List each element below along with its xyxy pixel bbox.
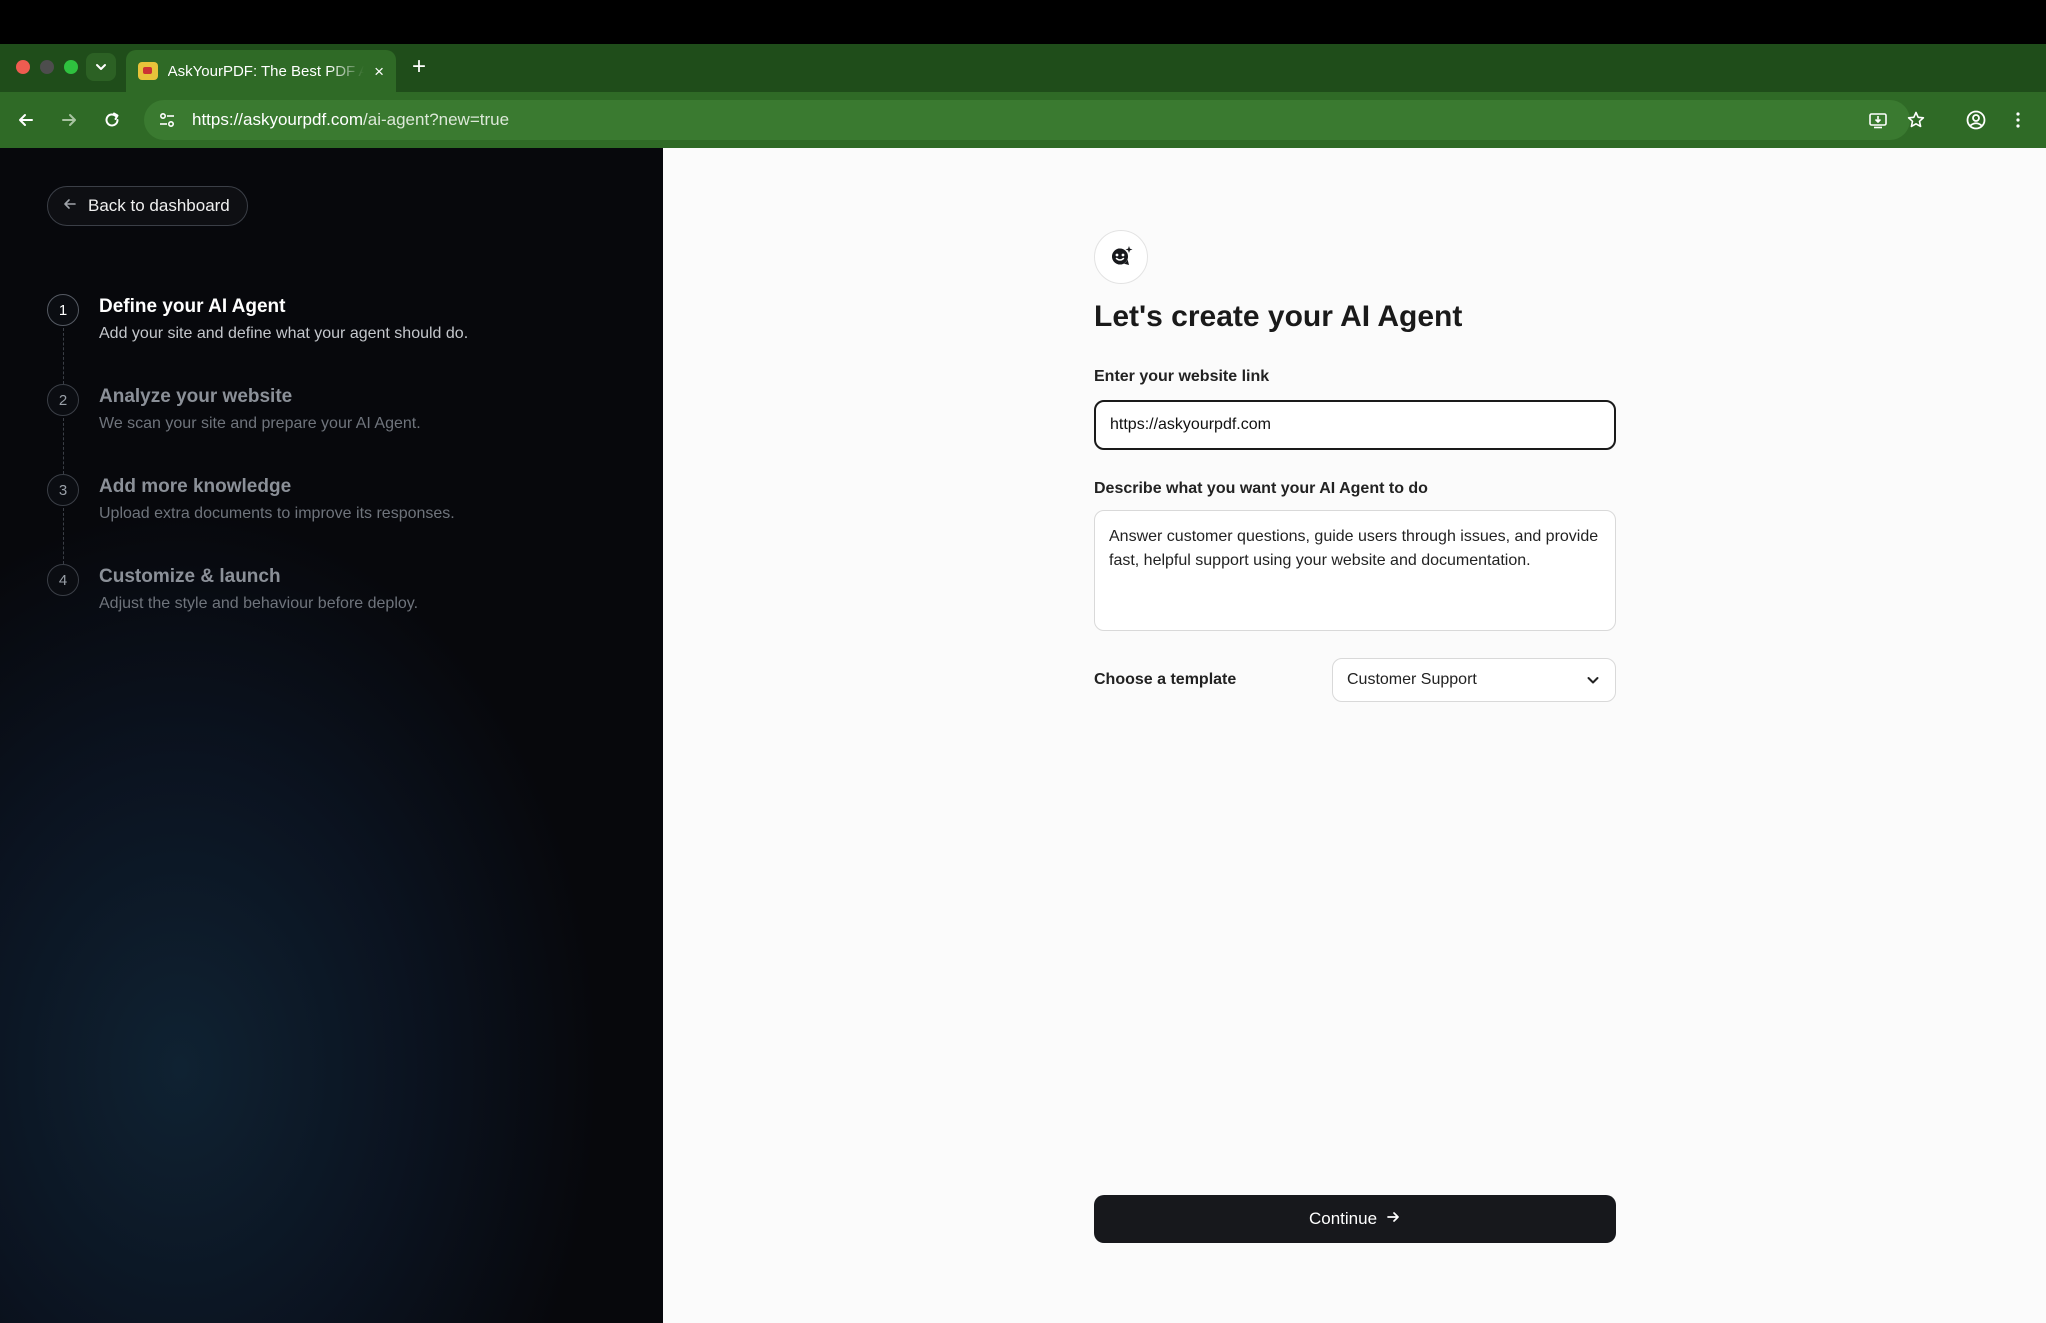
- address-bar[interactable]: https://askyourpdf.com/ai-agent?new=true: [144, 100, 1910, 140]
- chat-sparkle-icon: [1112, 246, 1133, 265]
- template-row: Choose a template Customer Support: [1094, 658, 1616, 702]
- step-connector: [63, 418, 64, 474]
- step-connector: [63, 328, 64, 384]
- arrow-left-icon: [19, 114, 33, 126]
- window-minimize-button[interactable]: [40, 60, 54, 74]
- continue-label: Continue: [1308, 1209, 1378, 1228]
- reload-button[interactable]: [96, 104, 128, 136]
- step-number: 2: [47, 384, 79, 416]
- step-title: Customize & launch: [99, 566, 281, 587]
- browser-menu-button[interactable]: [2002, 104, 2034, 136]
- template-label: Choose a template: [1094, 671, 1237, 688]
- browser-tab-active[interactable]: AskYourPDF: The Best PDF AI ×: [126, 50, 396, 92]
- website-link-label: Enter your website link: [1094, 368, 1270, 385]
- tab-close-button[interactable]: ×: [374, 63, 384, 80]
- window-close-button[interactable]: [16, 60, 30, 74]
- askyourpdf-favicon-icon: [138, 62, 158, 80]
- url-path: /ai-agent?new=true: [363, 110, 510, 129]
- step-title: Add more knowledge: [99, 476, 292, 497]
- step-description: Add your site and define what your agent…: [99, 325, 469, 342]
- profile-icon: [1966, 110, 1986, 130]
- agent-description-textarea[interactable]: Answer customer questions, guide users t…: [1094, 510, 1616, 631]
- agent-description-label: Describe what you want your AI Agent to …: [1094, 480, 1428, 497]
- agent-logo-badge: [1094, 230, 1148, 284]
- tune-icon: [159, 112, 175, 128]
- screen-top-bar: [0, 0, 2046, 44]
- website-link-input[interactable]: [1094, 400, 1616, 450]
- page-title: Let's create your AI Agent: [1094, 300, 1463, 333]
- back-to-dashboard-label: Back to dashboard: [88, 196, 230, 215]
- url-text: https://askyourpdf.com/ai-agent?new=true: [192, 110, 509, 130]
- install-app-button[interactable]: [1862, 104, 1894, 136]
- step-number: 1: [47, 294, 79, 326]
- step-description: Adjust the style and behaviour before de…: [99, 595, 419, 612]
- chevron-down-icon: [96, 64, 106, 70]
- create-agent-form: Let's create your AI Agent Enter your we…: [1094, 230, 1616, 702]
- site-info-button[interactable]: [156, 109, 178, 131]
- back-to-dashboard-button[interactable]: Back to dashboard: [47, 186, 248, 226]
- new-tab-button[interactable]: +: [412, 55, 426, 79]
- step-number: 4: [47, 564, 79, 596]
- step-number: 3: [47, 474, 79, 506]
- arrow-left-icon: [62, 196, 78, 217]
- step-description: We scan your site and prepare your AI Ag…: [99, 415, 421, 432]
- kebab-menu-icon: [2016, 112, 2020, 128]
- back-button[interactable]: [10, 104, 42, 136]
- continue-button[interactable]: Continue: [1094, 1195, 1616, 1243]
- create-agent-form-panel: Let's create your AI Agent Enter your we…: [663, 148, 2046, 1323]
- chevron-down-icon: [1587, 677, 1599, 684]
- step-description: Upload extra documents to improve its re…: [99, 505, 455, 522]
- url-host: https://askyourpdf.com: [192, 110, 364, 129]
- window-maximize-button[interactable]: [64, 60, 78, 74]
- tab-title: AskYourPDF: The Best PDF AI: [167, 62, 365, 80]
- profile-button[interactable]: [1960, 104, 1992, 136]
- step-connector: [63, 508, 64, 564]
- reload-icon: [105, 112, 119, 127]
- forward-button[interactable]: [53, 104, 85, 136]
- star-icon: [1907, 111, 1925, 128]
- template-selected-value: Customer Support: [1347, 671, 1477, 688]
- browser-toolbar: https://askyourpdf.com/ai-agent?new=true: [0, 92, 2046, 148]
- bookmark-button[interactable]: [1900, 104, 1932, 136]
- arrow-right-icon: [62, 114, 76, 126]
- arrow-right-icon: [1385, 1209, 1401, 1230]
- tab-search-button[interactable]: [86, 53, 116, 81]
- install-app-icon: [1869, 113, 1887, 129]
- template-select[interactable]: Customer Support: [1332, 658, 1616, 702]
- steps-sidebar: Back to dashboard 1 Define your AI Agent…: [0, 148, 663, 1323]
- step-title: Define your AI Agent: [99, 296, 286, 317]
- step-title: Analyze your website: [99, 386, 293, 407]
